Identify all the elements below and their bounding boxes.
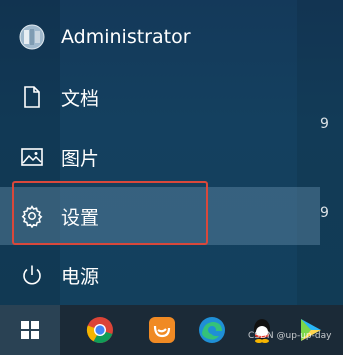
taskbar: [0, 305, 343, 355]
pictures-item[interactable]: 图片: [0, 128, 320, 186]
start-menu-panel: 9 9 Administrator 文档 图片 设置 电源: [0, 0, 343, 305]
user-account-item[interactable]: Administrator: [0, 8, 320, 66]
settings-label: 设置: [61, 206, 100, 229]
power-icon: [19, 262, 45, 288]
tile-partial-text: 9: [320, 205, 329, 221]
chrome-icon[interactable]: [86, 316, 114, 344]
windows-logo-icon: [21, 321, 39, 339]
power-item[interactable]: 电源: [0, 246, 320, 304]
start-button[interactable]: [0, 305, 60, 355]
power-label: 电源: [61, 265, 100, 288]
picture-icon: [19, 144, 45, 170]
documents-item[interactable]: 文档: [0, 68, 320, 126]
uc-browser-icon[interactable]: [148, 316, 176, 344]
document-icon: [19, 84, 45, 110]
avatar: [19, 24, 45, 50]
edge-icon[interactable]: [198, 316, 226, 344]
watermark-text: CSDN @up-up-day: [248, 331, 332, 341]
pictures-label: 图片: [61, 147, 100, 170]
documents-label: 文档: [61, 87, 100, 110]
tile-partial-text: 9: [320, 116, 329, 132]
gear-icon: [19, 203, 45, 229]
settings-item[interactable]: 设置: [0, 187, 320, 245]
user-name: Administrator: [61, 26, 191, 48]
